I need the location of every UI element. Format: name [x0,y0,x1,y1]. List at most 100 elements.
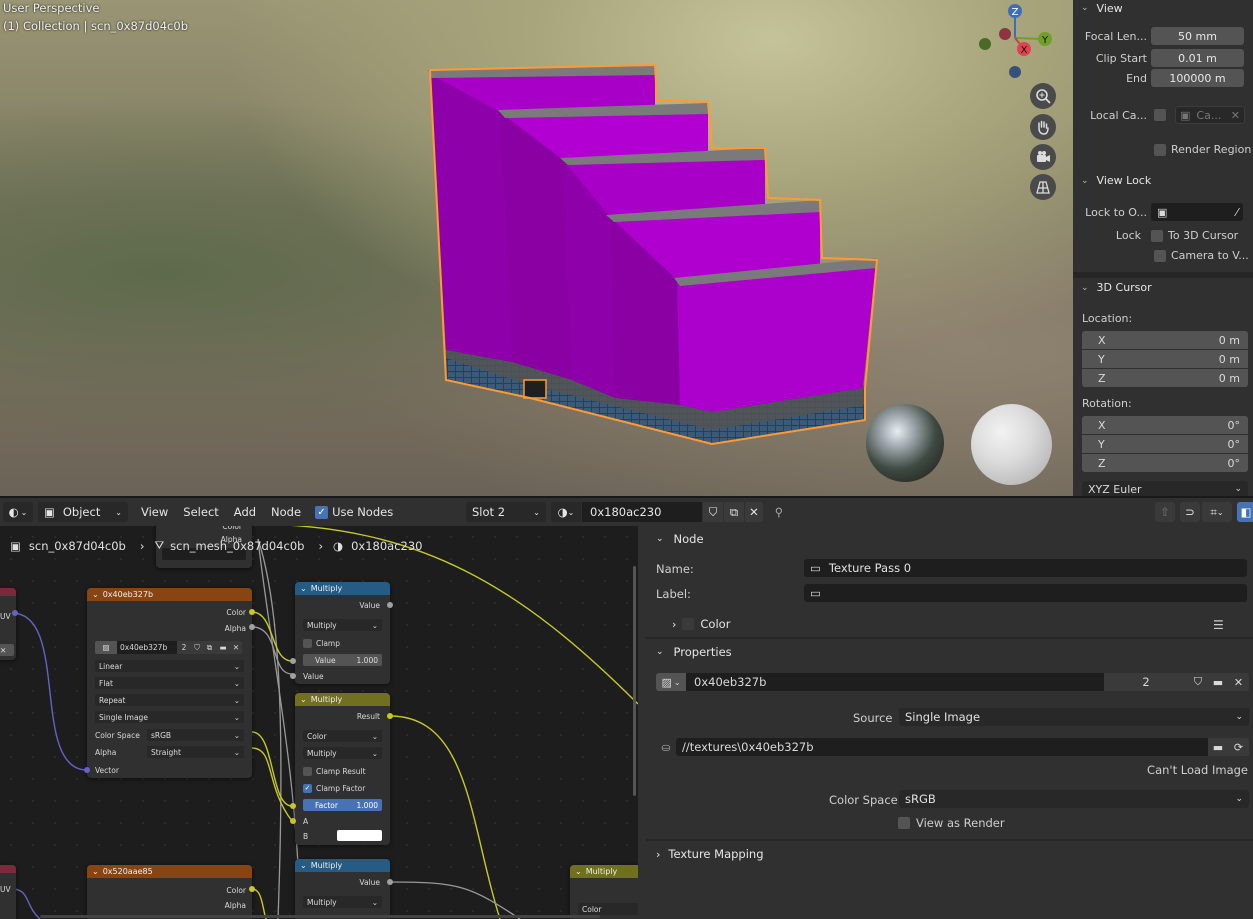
filepath-row[interactable]: ⛀ //textures\0x40eb327b ▬ ⟳ [656,738,1249,756]
editor-type-dropdown[interactable]: ◐ ⌄ [3,502,33,522]
breadcrumb-material[interactable]: 0x180ac230 [351,539,422,553]
local-camera-checkbox[interactable] [1154,109,1166,121]
alpha-output-socket[interactable] [249,624,255,630]
value-field[interactable]: Value 1.000 [303,654,382,666]
mix-type-dropdown[interactable]: Color ⌄ [303,730,382,742]
menu-node[interactable]: Node [271,502,301,522]
math-input-socket-2[interactable] [290,673,296,679]
uv-output-socket[interactable] [12,610,18,616]
clamp-checkbox[interactable] [303,638,312,648]
math-input-socket[interactable] [290,658,296,664]
color-output-socket-2[interactable] [249,886,255,892]
3d-viewport[interactable]: User Perspective (1) Collection | scn_0x… [0,0,1073,496]
mix-type-dropdown[interactable]: Color [578,903,638,915]
breadcrumb-mesh[interactable]: scn_mesh_0x87d04c0b [170,539,304,553]
math-multiply-node-2[interactable]: ⌄ Multiply Value Multiply ⌄ [295,859,390,919]
rotation-mode-dropdown[interactable]: XYZ Euler ⌄ [1082,481,1248,497]
cursor-rotation-x[interactable]: X 0° [1082,416,1248,434]
node-section-header[interactable]: ⌄ Node [646,527,1253,551]
focal-length-field[interactable]: 50 mm [1151,27,1244,45]
blend-mode-dropdown[interactable]: Multiply ⌄ [303,747,382,759]
menu-view[interactable]: View [141,502,168,522]
uv-map-node-2[interactable]: UV [0,865,16,919]
material-name-field[interactable]: 0x180ac230 [582,502,702,522]
math-output-socket[interactable] [387,602,393,608]
clip-end-field[interactable]: 100000 m [1151,69,1244,87]
image-texture-node[interactable]: ⌄ 0x40eb327b Color Alpha ▨ 0x40eb327b 2 ⛉… [87,588,252,778]
fake-user-shield-icon[interactable]: ⛉ [703,502,723,522]
cursor-location-z[interactable]: Z0 m [1082,369,1248,387]
vector-input-socket[interactable] [84,767,90,773]
menu-add[interactable]: Add [234,502,256,522]
color-subpanel-header[interactable]: › Color [646,612,1253,636]
clip-start-field[interactable]: 0.01 m [1151,49,1244,67]
node-label-field[interactable]: ▭ [804,584,1247,602]
view-as-render-checkbox[interactable] [898,817,910,829]
math-operation-dropdown[interactable]: Multiply ⌄ [303,896,382,908]
mix-multiply-node-2[interactable]: ⌄ Multiply Color [570,865,638,919]
sidebar-toggle-icon[interactable]: ◧ [1237,502,1253,522]
math-output-socket-2[interactable] [387,879,393,885]
local-camera-field[interactable]: ▣ Ca... ✕ [1175,106,1245,124]
color-space-dropdown[interactable]: sRGB ⌄ [899,790,1249,808]
uv-map-node[interactable]: UV ✕ [0,588,16,660]
image-datablock[interactable]: ▨ ⌄ 0x40eb327b 2 ⛉ ▬ ✕ [656,673,1249,691]
shader-type-dropdown[interactable]: ▣ Object ⌄ [38,502,128,522]
projection-dropdown[interactable]: Flat ⌄ [95,677,244,689]
pin-icon[interactable]: ⚲ [771,502,787,522]
camera-view-icon[interactable] [1030,144,1056,170]
lock-object-field[interactable]: ▣ ⁄ [1151,203,1243,221]
navigation-gizmo[interactable]: Z Y X [970,0,1060,82]
slot-dropdown[interactable]: Slot 2 ⌄ [466,502,546,522]
snap-icon[interactable]: ⊃ [1180,502,1200,522]
cursor-location-y[interactable]: Y0 m [1082,350,1248,368]
color-output-socket[interactable] [249,609,255,615]
image-texture-node-2[interactable]: ⌄ 0x520aae85 Color Alpha [87,865,252,919]
factor-field[interactable]: Factor 1.000 [303,799,382,811]
list-presets-icon[interactable]: ☰ [1213,618,1224,632]
mix-result-socket[interactable] [387,713,393,719]
use-custom-color-checkbox[interactable] [682,618,695,630]
3d-cursor-header[interactable]: ⌄ 3D Cursor [1081,281,1152,294]
image-datablock[interactable]: ▨ 0x40eb327b 2 ⛉ ⧉ ▬ ✕ [95,641,244,654]
mix-b-socket[interactable] [290,818,296,824]
vertical-scrollbar[interactable] [633,566,636,796]
camera-to-view-checkbox[interactable] [1154,249,1166,262]
cursor-location-x[interactable]: X0 m [1082,331,1248,349]
snap-grid-dropdown[interactable]: ⌗ ⌄ [1202,502,1232,522]
math-multiply-node[interactable]: ⌄ Multiply Value Multiply ⌄ Clamp Value 1.0… [295,582,390,684]
panel-divider[interactable] [638,526,646,919]
texture-mapping-header[interactable]: › Texture Mapping [646,842,1253,866]
properties-section-header[interactable]: ⌄ Properties [646,640,1253,664]
ortho-grid-icon[interactable] [1030,174,1056,200]
view-lock-header[interactable]: ⌄ View Lock [1081,174,1151,187]
source-dropdown[interactable]: Single Image ⌄ [95,711,244,723]
lock-3d-cursor-checkbox[interactable] [1151,229,1163,242]
interpolation-dropdown[interactable]: Linear ⌄ [95,660,244,672]
node-name-field[interactable]: ▭ Texture Pass 0 [804,559,1247,577]
use-nodes-checkbox[interactable]: ✓ [315,505,329,519]
clamp-factor-checkbox[interactable]: ✓ [303,783,312,793]
parent-node-tree-icon[interactable]: ⇧ [1155,502,1175,522]
mix-a-socket[interactable] [290,803,296,809]
material-browse-button[interactable]: ◑ ⌄ [551,502,581,522]
extension-dropdown[interactable]: Repeat ⌄ [95,694,244,706]
color-space-dropdown[interactable]: sRGB ⌄ [147,729,244,741]
breadcrumb-scene[interactable]: scn_0x87d04c0b [29,539,126,553]
zoom-icon[interactable] [1030,83,1056,109]
math-operation-dropdown[interactable]: Multiply ⌄ [303,619,382,631]
cursor-rotation-z[interactable]: Z 0° [1082,454,1248,472]
unlink-x-icon[interactable]: ✕ [745,502,763,522]
horizontal-scrollbar[interactable] [40,915,600,918]
alpha-mode-dropdown[interactable]: Straight ⌄ [147,746,244,758]
clamp-result-checkbox[interactable] [303,766,312,776]
cursor-rotation-y[interactable]: Y 0° [1082,435,1248,453]
color-b-swatch[interactable] [337,830,382,841]
view-section-header[interactable]: ⌄ View [1081,0,1123,16]
source-dropdown[interactable]: Single Image ⌄ [899,708,1249,726]
render-region-checkbox[interactable] [1154,143,1166,156]
menu-select[interactable]: Select [183,502,218,522]
mix-multiply-node[interactable]: ⌄ Multiply Result Color ⌄ Multiply ⌄ Clamp … [295,693,390,845]
duplicate-icon[interactable]: ⧉ [724,502,744,522]
pan-hand-icon[interactable] [1030,114,1056,140]
